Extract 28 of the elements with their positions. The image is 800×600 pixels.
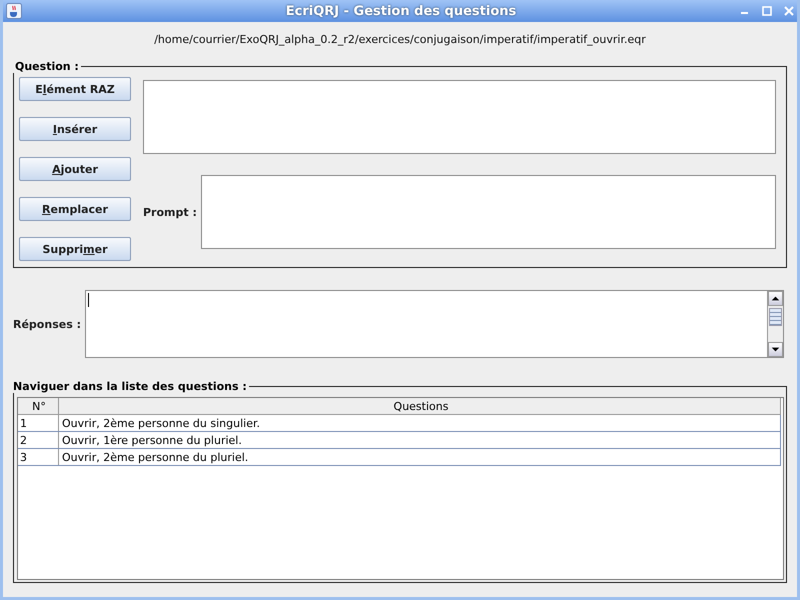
question-text-area[interactable] bbox=[143, 80, 776, 154]
answers-label: Réponses : bbox=[13, 318, 81, 330]
scroll-thumb[interactable] bbox=[769, 308, 782, 326]
scroll-down-icon[interactable] bbox=[768, 342, 783, 357]
panel-title: Naviguer dans la liste des questions : bbox=[12, 380, 248, 393]
action-button[interactable]: Elément RAZ bbox=[19, 77, 131, 101]
action-button[interactable]: Ajouter bbox=[19, 157, 131, 181]
table-cell[interactable]: 1 bbox=[18, 415, 59, 431]
table-cell[interactable]: 2 bbox=[18, 432, 59, 448]
maximize-icon[interactable] bbox=[762, 6, 772, 16]
table-cell[interactable]: Ouvrir, 1ère personne du pluriel. bbox=[59, 432, 780, 448]
window-title: EcriQRJ - Gestion des questions bbox=[284, 4, 518, 18]
file-path: /home/courrier/ExoQRJ_alpha_0.2_r2/exercices/conjugaison/imperatif/imperatif_ouvrir.eqr bbox=[153, 33, 647, 46]
scroll-up-icon[interactable] bbox=[768, 291, 783, 306]
scrollbar[interactable] bbox=[767, 291, 783, 357]
action-button[interactable]: Remplacer bbox=[19, 197, 131, 221]
column-header[interactable]: N° bbox=[18, 398, 59, 414]
action-button[interactable]: Insérer bbox=[19, 117, 131, 141]
prompt-label: Prompt : bbox=[143, 206, 197, 218]
column-header[interactable]: Questions bbox=[59, 398, 780, 414]
close-icon[interactable] bbox=[784, 6, 794, 16]
table-cell[interactable]: Ouvrir, 2ème personne du singulier. bbox=[59, 415, 780, 431]
table-cell[interactable]: 3 bbox=[18, 449, 59, 465]
action-button[interactable]: Supprimer bbox=[19, 237, 131, 261]
prompt-text-area[interactable] bbox=[200, 175, 776, 249]
panel-title: Question : bbox=[14, 60, 80, 73]
table-cell[interactable]: Ouvrir, 2ème personne du pluriel. bbox=[59, 449, 780, 465]
cup-icon bbox=[6, 3, 22, 19]
